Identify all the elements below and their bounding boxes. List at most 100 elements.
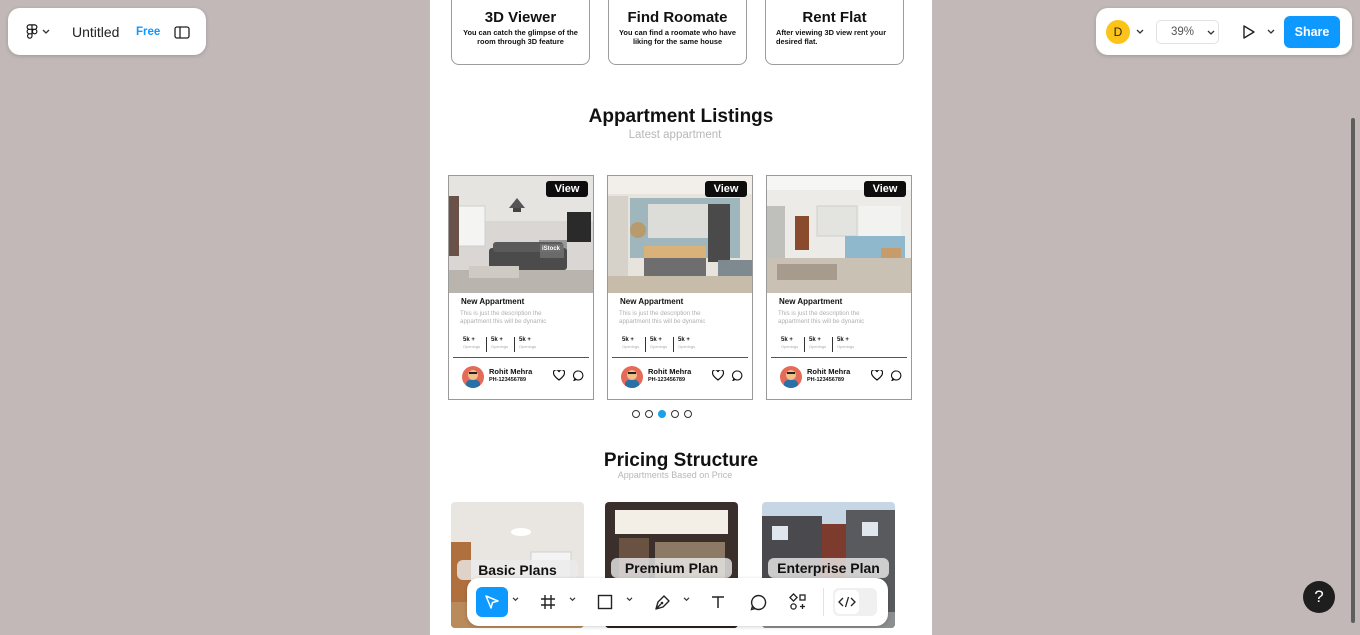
carousel-dots: [632, 410, 692, 418]
listing-card[interactable]: iStock View New Appartment This is just …: [448, 175, 594, 400]
watermark-text: iStock: [542, 246, 561, 252]
play-icon: [1242, 25, 1255, 39]
agent-name: Rohit Mehra: [489, 367, 533, 376]
carousel-dot[interactable]: [632, 410, 640, 418]
carousel-dot[interactable]: [645, 410, 653, 418]
right-toolbar: D 39% Share: [1096, 8, 1352, 55]
carousel-dot-active[interactable]: [658, 410, 666, 418]
view-button[interactable]: View: [864, 181, 906, 197]
stat-item: 5k + Openings: [618, 337, 646, 352]
zoom-dropdown[interactable]: 39%: [1156, 20, 1219, 44]
help-button[interactable]: ?: [1303, 581, 1335, 613]
carousel-dot[interactable]: [684, 410, 692, 418]
listing-stats: 5k + Openings 5k + Openings 5k + Openings: [618, 337, 702, 352]
present-button[interactable]: [1238, 20, 1258, 44]
main-menu-button[interactable]: [22, 20, 54, 44]
chevron-down-icon[interactable]: [512, 597, 519, 602]
chevron-down-icon[interactable]: [1267, 29, 1275, 35]
comment-icon: [749, 594, 766, 611]
chat-icon[interactable]: [573, 370, 584, 381]
pen-icon: [654, 594, 670, 610]
chevron-down-icon[interactable]: [569, 597, 576, 602]
file-title[interactable]: Untitled: [72, 24, 119, 40]
share-button[interactable]: Share: [1284, 16, 1340, 48]
stat-item: 5k + Openings: [805, 337, 833, 352]
listing-title: New Appartment: [461, 297, 525, 306]
view-button[interactable]: View: [546, 181, 588, 197]
feature-card-rent-flat[interactable]: Rent Flat After viewing 3D view rent you…: [765, 0, 904, 65]
stat-item: 5k + Openings: [519, 337, 537, 349]
plan-label: Enterprise Plan: [768, 558, 889, 578]
listing-card[interactable]: View New Appartment This is just the des…: [607, 175, 753, 400]
chat-icon[interactable]: [732, 370, 743, 381]
heart-icon[interactable]: [553, 370, 565, 381]
kitchen-photo: View: [608, 176, 752, 293]
design-canvas-frame[interactable]: 3D Viewer You can catch the glimpse of t…: [430, 0, 932, 635]
listing-desc: This is just the description the appartm…: [778, 310, 865, 325]
agent-avatar: [462, 366, 484, 388]
chevron-down-icon[interactable]: [683, 597, 690, 602]
text-tool-button[interactable]: [703, 588, 733, 616]
agent-avatar: [621, 366, 643, 388]
bottom-toolbar: [467, 578, 888, 626]
pricing-title: Pricing Structure: [603, 450, 759, 471]
text-icon: [712, 596, 724, 608]
feature-card-find-roomate[interactable]: Find Roomate You can find a roomate who …: [608, 0, 747, 65]
pricing-subtitle: Appartments Based on Price: [617, 470, 733, 480]
chevron-down-icon: [1207, 30, 1215, 35]
feature-desc: You can catch the glimpse of the room th…: [463, 28, 578, 46]
code-icon: [838, 596, 856, 608]
feature-desc: After viewing 3D view rent your desired …: [776, 28, 887, 46]
shape-tool-button[interactable]: [590, 588, 620, 616]
heart-icon[interactable]: [871, 370, 883, 381]
feature-desc: You can find a roomate who have liking f…: [619, 28, 736, 46]
agent-phone: PH-123456789: [807, 377, 845, 383]
chevron-down-icon[interactable]: [626, 597, 633, 602]
figma-logo-icon: [26, 24, 38, 39]
dev-mode-toggle[interactable]: [833, 588, 877, 616]
listing-desc: This is just the description the appartm…: [460, 310, 547, 325]
toolbar-divider: [823, 588, 824, 616]
stat-item: 5k + Openings: [837, 337, 855, 349]
agent-phone: PH-123456789: [489, 377, 527, 383]
agent-phone: PH-123456789: [648, 377, 686, 383]
frame-tool-button[interactable]: [533, 588, 563, 616]
divider: [771, 357, 907, 358]
heart-icon[interactable]: [712, 370, 724, 381]
feature-card-3d-viewer[interactable]: 3D Viewer You can catch the glimpse of t…: [451, 0, 590, 65]
comment-tool-button[interactable]: [743, 588, 773, 616]
living-room-photo: iStock View: [449, 176, 593, 293]
listing-card[interactable]: View New Appartment This is just the des…: [766, 175, 912, 400]
carousel-dot[interactable]: [671, 410, 679, 418]
stat-item: 5k + Openings: [487, 337, 515, 352]
chevron-down-icon: [42, 29, 50, 34]
dev-mode-knob: [835, 590, 859, 614]
vertical-scrollbar[interactable]: [1351, 118, 1355, 623]
zoom-value: 39%: [1171, 26, 1195, 38]
chevron-down-icon[interactable]: [1136, 29, 1144, 35]
avatar[interactable]: D: [1106, 20, 1130, 44]
view-button[interactable]: View: [705, 181, 747, 197]
toggle-sidebar-button[interactable]: [172, 22, 192, 42]
pen-tool-button[interactable]: [647, 588, 677, 616]
open-plan-photo: View: [767, 176, 911, 293]
listing-title: New Appartment: [779, 297, 843, 306]
actions-tool-button[interactable]: [783, 588, 813, 616]
listings-subtitle: Latest appartment: [628, 129, 722, 141]
listing-title: New Appartment: [620, 297, 684, 306]
cursor-icon: [485, 595, 499, 609]
file-menu-bar: Untitled Free: [8, 8, 206, 55]
listings-title: Appartment Listings: [588, 106, 774, 127]
listing-stats: 5k + Openings 5k + Openings 5k + Openings: [777, 337, 861, 352]
agent-name: Rohit Mehra: [648, 367, 692, 376]
move-tool-button[interactable]: [476, 587, 508, 617]
listing-stats: 5k + Openings 5k + Openings 5k + Openings: [459, 337, 543, 352]
feature-title: 3D Viewer: [484, 9, 557, 26]
stat-item: 5k + Openings: [459, 337, 487, 352]
plan-label: Basic Plans: [457, 560, 578, 580]
actions-icon: [789, 593, 806, 610]
plan-badge[interactable]: Free: [136, 26, 160, 38]
chat-icon[interactable]: [891, 370, 902, 381]
feature-title: Find Roomate: [627, 9, 728, 26]
rectangle-icon: [597, 594, 613, 610]
